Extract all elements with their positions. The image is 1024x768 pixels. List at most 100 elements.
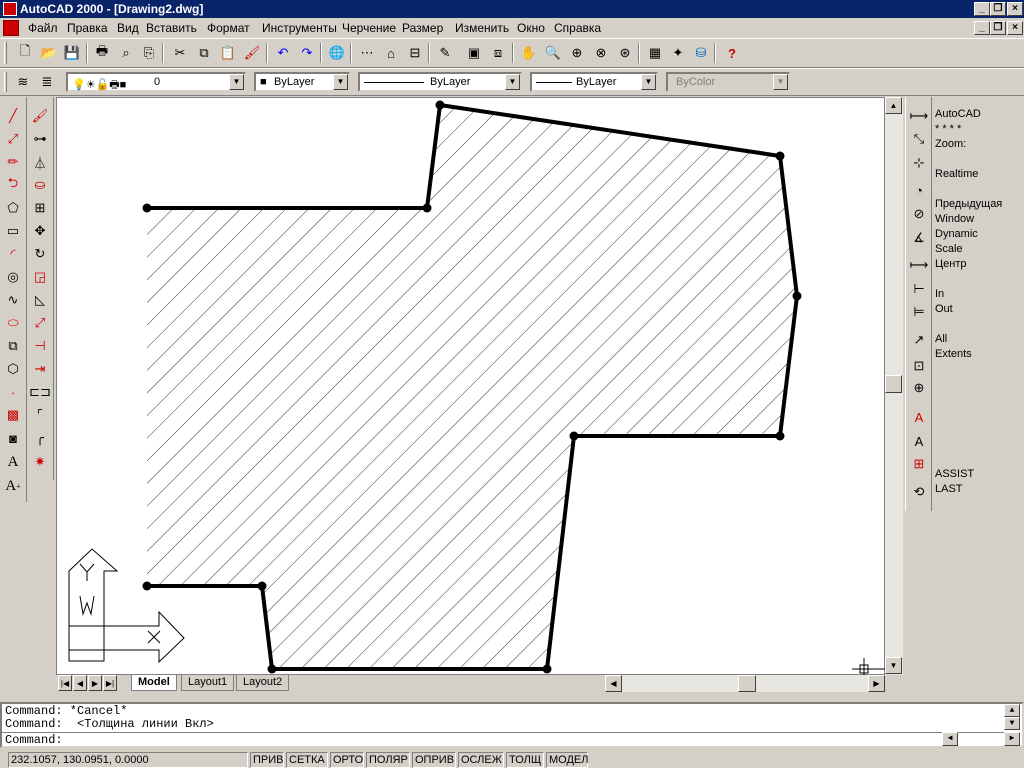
3d-view-icon[interactable]: ⧈ bbox=[487, 42, 509, 64]
restore-button[interactable]: ❐ bbox=[990, 2, 1006, 16]
scale-icon[interactable]: ◲ bbox=[29, 266, 51, 288]
command-prompt[interactable]: Command: bbox=[5, 733, 63, 747]
rectangle-icon[interactable]: ▭ bbox=[2, 220, 24, 242]
point-icon[interactable]: · bbox=[2, 381, 24, 403]
extend-icon[interactable]: ⇥ bbox=[29, 358, 51, 380]
tab-model[interactable]: Model bbox=[131, 675, 177, 691]
lengthen-icon[interactable]: ⤢ bbox=[29, 312, 51, 334]
tolerance-icon[interactable]: ⊡ bbox=[908, 355, 930, 377]
status-toggle-button[interactable]: ПРИВ bbox=[250, 752, 284, 768]
arc-icon[interactable]: ◜ bbox=[2, 243, 24, 265]
status-toggle-button[interactable]: МОДЕЛ bbox=[546, 752, 588, 768]
coordinate-display[interactable]: 232.1057, 130.0951, 0.0000 bbox=[8, 752, 248, 768]
center-mark-icon[interactable]: ⊕ bbox=[908, 377, 930, 399]
make-layer-current-icon[interactable]: ≣ bbox=[36, 71, 58, 93]
scroll-down-button[interactable]: ▼ bbox=[885, 657, 902, 674]
side-menu-item[interactable]: Предыдущая bbox=[935, 198, 1002, 210]
save-icon[interactable]: 💾 bbox=[61, 42, 83, 64]
chevron-down-icon[interactable]: ▼ bbox=[229, 74, 244, 90]
ucs-icon[interactable]: ⌂ bbox=[380, 42, 402, 64]
zoom-extents-icon[interactable]: ⊛ bbox=[614, 42, 636, 64]
zoom-window-icon[interactable]: ⊕ bbox=[566, 42, 588, 64]
explode-icon[interactable]: ✷ bbox=[29, 451, 51, 473]
tab-last-button[interactable]: ▶| bbox=[103, 675, 117, 691]
redraw-icon[interactable]: ✎ bbox=[434, 42, 456, 64]
dimension-update-icon[interactable]: ⊞ bbox=[908, 453, 930, 475]
named-views-icon[interactable]: ▣ bbox=[463, 42, 485, 64]
doc-close-button[interactable]: × bbox=[1007, 21, 1023, 35]
status-toggle-button[interactable]: ТОЛЩ bbox=[506, 752, 544, 768]
menu-item[interactable]: Размер bbox=[402, 21, 443, 35]
design-center-icon[interactable]: ✦ bbox=[667, 42, 689, 64]
polygon-icon[interactable]: ⬠ bbox=[2, 197, 24, 219]
tab-layout1[interactable]: Layout1 bbox=[181, 675, 235, 691]
doc-restore-button[interactable]: ❐ bbox=[990, 21, 1006, 35]
object-snap-icon[interactable]: ⋯ bbox=[356, 42, 378, 64]
fillet-icon[interactable]: ╭ bbox=[29, 427, 51, 449]
move-icon[interactable]: ✥ bbox=[29, 220, 51, 242]
dimension-radius-icon[interactable]: ◔ bbox=[908, 179, 930, 201]
side-menu-item[interactable]: Zoom: bbox=[935, 138, 966, 150]
minimize-button[interactable]: _ bbox=[974, 2, 990, 16]
menu-item[interactable]: Черчение bbox=[342, 21, 396, 35]
vertical-scrollbar[interactable]: ▲ ▼ bbox=[885, 97, 903, 675]
lineweight-dropdown[interactable]: ByLayer ▼ bbox=[530, 72, 658, 92]
side-menu-item[interactable]: All bbox=[935, 333, 947, 345]
multiline-icon[interactable]: ✏ bbox=[2, 151, 24, 173]
scroll-left-button[interactable]: ◀ bbox=[605, 675, 622, 692]
side-menu-item[interactable]: Window bbox=[935, 213, 974, 225]
rotate-icon[interactable]: ↻ bbox=[29, 243, 51, 265]
erase-icon[interactable]: 🖌 bbox=[29, 105, 51, 127]
side-menu-item[interactable]: LAST bbox=[935, 483, 963, 495]
document-icon[interactable] bbox=[3, 20, 19, 36]
scroll-thumb-h[interactable] bbox=[738, 675, 756, 692]
offset-icon[interactable]: ⛀ bbox=[29, 174, 51, 196]
menu-item[interactable]: Формат bbox=[207, 21, 250, 35]
leader-icon[interactable]: ↗ bbox=[908, 329, 930, 351]
status-toggle-button[interactable]: СЕТКА bbox=[286, 752, 328, 768]
status-toggle-button[interactable]: ОПРИВ bbox=[412, 752, 456, 768]
publish-icon[interactable]: ⎘ bbox=[138, 42, 160, 64]
pan-realtime-icon[interactable]: ✋ bbox=[518, 42, 540, 64]
menu-item[interactable]: Окно bbox=[517, 21, 545, 35]
side-menu-item[interactable]: Extents bbox=[935, 348, 972, 360]
copy-object-icon[interactable]: ⊶ bbox=[29, 128, 51, 150]
paste-icon[interactable]: 📋 bbox=[217, 42, 239, 64]
database-icon[interactable]: ⛁ bbox=[690, 42, 712, 64]
dimension-style-icon[interactable]: ⟲ bbox=[908, 481, 930, 503]
array-icon[interactable]: ⊞ bbox=[29, 197, 51, 219]
single-line-text-icon[interactable]: A + bbox=[2, 475, 24, 497]
region-icon[interactable]: ◙ bbox=[2, 427, 24, 449]
dimension-aligned-icon[interactable]: ⤡ bbox=[908, 128, 930, 150]
dimension-angular-icon[interactable]: ∡ bbox=[908, 227, 930, 249]
polyline-icon[interactable]: ⮌ bbox=[2, 174, 24, 196]
zoom-realtime-icon[interactable]: 🔍 bbox=[542, 42, 564, 64]
break-icon[interactable]: ⊏⊐ bbox=[29, 381, 51, 403]
dimension-diameter-icon[interactable]: ⊘ bbox=[908, 203, 930, 225]
copy-icon[interactable]: ⧉ bbox=[193, 42, 215, 64]
side-menu-item[interactable]: * * * * bbox=[935, 123, 961, 135]
mirror-icon[interactable]: ⏃ bbox=[29, 151, 51, 173]
status-toggle-button[interactable]: ОРТО bbox=[330, 752, 364, 768]
zoom-previous-icon[interactable]: ⊗ bbox=[590, 42, 612, 64]
side-menu-item[interactable]: Out bbox=[935, 303, 953, 315]
undo-icon[interactable]: ↶ bbox=[272, 42, 294, 64]
inquiry-icon[interactable]: ⊟ bbox=[404, 42, 426, 64]
toolbar-grip[interactable] bbox=[4, 42, 7, 64]
layer-dropdown[interactable]: 💡☀🔓🖶■ 0 ▼ bbox=[66, 72, 246, 92]
print-icon[interactable]: 🖶 bbox=[91, 42, 113, 64]
make-block-icon[interactable]: ⬡ bbox=[2, 358, 24, 380]
construction-line-icon[interactable]: ⤢ bbox=[2, 128, 24, 150]
side-menu-item[interactable]: ASSIST bbox=[935, 468, 974, 480]
side-menu-item[interactable]: Dynamic bbox=[935, 228, 978, 240]
side-menu-item[interactable]: In bbox=[935, 288, 944, 300]
web-browser-icon[interactable]: 🌐 bbox=[326, 42, 348, 64]
drawing-canvas[interactable] bbox=[56, 97, 886, 676]
layer-manager-icon[interactable]: ≋ bbox=[12, 71, 34, 93]
color-dropdown[interactable]: ■ ByLayer ▼ bbox=[254, 72, 350, 92]
multiline-text-icon[interactable]: A bbox=[2, 451, 24, 473]
toolbar-grip[interactable] bbox=[4, 72, 7, 92]
help-icon[interactable]: ? bbox=[721, 42, 743, 64]
menu-item[interactable]: Файл bbox=[28, 21, 58, 35]
tab-layout2[interactable]: Layout2 bbox=[236, 675, 290, 691]
